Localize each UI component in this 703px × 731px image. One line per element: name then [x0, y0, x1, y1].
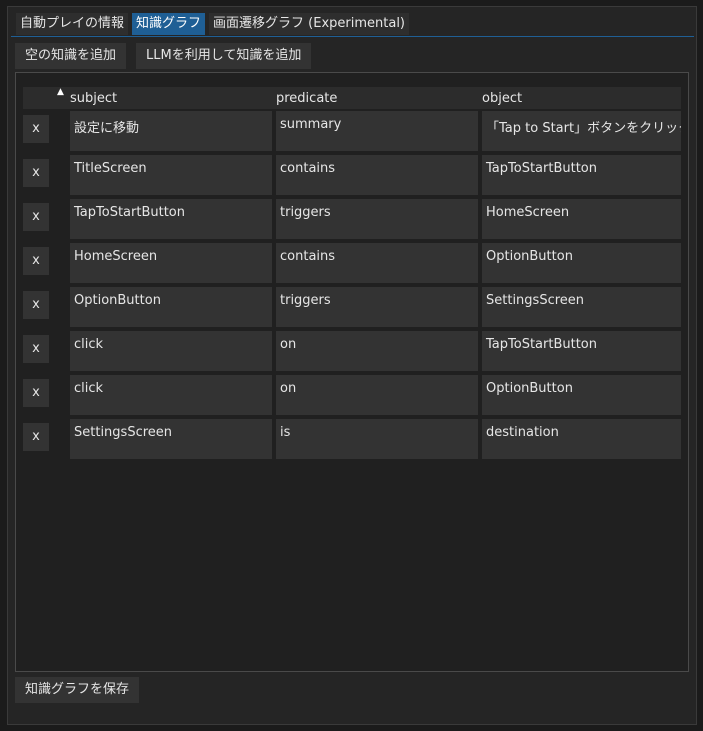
- tab-bar: 自動プレイの情報 知識グラフ 画面遷移グラフ (Experimental): [16, 13, 409, 35]
- subject-field[interactable]: OptionButton: [70, 287, 272, 327]
- knowledge-graph-window: 自動プレイの情報 知識グラフ 画面遷移グラフ (Experimental) 空の…: [7, 6, 697, 725]
- sort-ascending-icon[interactable]: ▲: [57, 87, 64, 97]
- object-field[interactable]: SettingsScreen: [482, 287, 681, 327]
- table-row: x TapToStartButton triggers HomeScreen: [23, 199, 681, 239]
- delete-row-button[interactable]: x: [23, 379, 49, 407]
- delete-row-button[interactable]: x: [23, 159, 49, 187]
- table-row: x click on OptionButton: [23, 375, 681, 415]
- toolbar: 空の知識を追加 LLMを利用して知識を追加: [15, 43, 312, 69]
- column-header-subject[interactable]: subject: [70, 91, 117, 106]
- add-knowledge-llm-button[interactable]: LLMを利用して知識を追加: [136, 43, 312, 69]
- subject-field[interactable]: click: [70, 375, 272, 415]
- subject-field[interactable]: TapToStartButton: [70, 199, 272, 239]
- object-field[interactable]: OptionButton: [482, 243, 681, 283]
- delete-row-button[interactable]: x: [23, 291, 49, 319]
- subject-field[interactable]: 設定に移動: [70, 111, 272, 151]
- column-header-predicate[interactable]: predicate: [276, 91, 337, 106]
- object-field[interactable]: 「Tap to Start」ボタンをクリック: [482, 111, 681, 151]
- predicate-field[interactable]: is: [276, 419, 478, 459]
- subject-field[interactable]: TitleScreen: [70, 155, 272, 195]
- subject-field[interactable]: SettingsScreen: [70, 419, 272, 459]
- delete-row-button[interactable]: x: [23, 335, 49, 363]
- knowledge-table[interactable]: ▲ subject predicate object x 設定に移動 summary…: [15, 72, 689, 672]
- table-row: x OptionButton triggers SettingsScreen: [23, 287, 681, 327]
- table-header: ▲ subject predicate object: [23, 87, 681, 109]
- tab-underline: [11, 36, 694, 37]
- subject-field[interactable]: HomeScreen: [70, 243, 272, 283]
- delete-row-button[interactable]: x: [23, 423, 49, 451]
- table-row: x HomeScreen contains OptionButton: [23, 243, 681, 283]
- object-field[interactable]: HomeScreen: [482, 199, 681, 239]
- predicate-field[interactable]: triggers: [276, 199, 478, 239]
- predicate-field[interactable]: contains: [276, 243, 478, 283]
- object-field[interactable]: TapToStartButton: [482, 155, 681, 195]
- column-header-object[interactable]: object: [482, 91, 522, 106]
- subject-field[interactable]: click: [70, 331, 272, 371]
- tab-screen-transition-graph[interactable]: 画面遷移グラフ (Experimental): [209, 13, 409, 35]
- table-row: x SettingsScreen is destination: [23, 419, 681, 459]
- predicate-field[interactable]: summary: [276, 111, 478, 151]
- predicate-field[interactable]: on: [276, 331, 478, 371]
- predicate-field[interactable]: triggers: [276, 287, 478, 327]
- object-field[interactable]: OptionButton: [482, 375, 681, 415]
- object-field[interactable]: destination: [482, 419, 681, 459]
- delete-row-button[interactable]: x: [23, 115, 49, 143]
- tab-knowledge-graph[interactable]: 知識グラフ: [132, 13, 206, 35]
- table-row: x TitleScreen contains TapToStartButton: [23, 155, 681, 195]
- table-row: x click on TapToStartButton: [23, 331, 681, 371]
- save-knowledge-graph-button[interactable]: 知識グラフを保存: [15, 677, 140, 703]
- tab-autoplay-info[interactable]: 自動プレイの情報: [16, 13, 129, 35]
- delete-row-button[interactable]: x: [23, 247, 49, 275]
- table-row: x 設定に移動 summary 「Tap to Start」ボタンをクリック: [23, 111, 681, 151]
- add-empty-knowledge-button[interactable]: 空の知識を追加: [15, 43, 127, 69]
- predicate-field[interactable]: on: [276, 375, 478, 415]
- object-field[interactable]: TapToStartButton: [482, 331, 681, 371]
- delete-row-button[interactable]: x: [23, 203, 49, 231]
- predicate-field[interactable]: contains: [276, 155, 478, 195]
